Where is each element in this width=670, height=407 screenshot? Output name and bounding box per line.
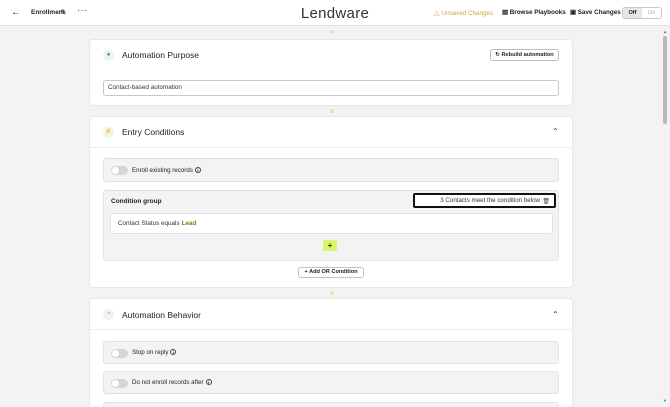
add-or-condition-button[interactable]: + Add OR Condition <box>298 267 364 278</box>
enroll-existing-row: Enroll existing records i <box>103 158 559 182</box>
condition-group: Condition group 3 Contacts meet the cond… <box>103 190 559 261</box>
warning-triangle-icon: △ <box>434 10 440 17</box>
enroll-existing-text: Enroll existing records <box>132 167 193 174</box>
entry-conditions-title: Entry Conditions <box>122 127 185 137</box>
do-not-enroll-switch[interactable] <box>111 379 128 388</box>
book-icon: ▤ <box>502 9 508 16</box>
rebuild-automation-button[interactable]: ↻ Rebuild automation <box>490 49 559 61</box>
scroll-up-icon[interactable]: ▲ <box>662 29 668 34</box>
save-changes-button[interactable]: ▣ Save Changes <box>570 9 621 16</box>
toggle-on-option[interactable]: On <box>642 8 661 18</box>
floppy-disk-icon: ▣ <box>570 9 576 16</box>
entry-conditions-card: ⚡ Entry Conditions ⌃ Enroll existing rec… <box>89 116 573 288</box>
refresh-icon: ↻ <box>495 52 500 58</box>
chat-bubble-icon: ● <box>103 50 114 61</box>
info-icon[interactable]: i <box>170 349 177 356</box>
condition-group-title: Condition group <box>111 198 162 205</box>
rebuild-automation-label: Rebuild automation <box>501 52 554 58</box>
scrollbar-thumb[interactable] <box>663 36 667 124</box>
info-icon[interactable]: i <box>194 167 201 174</box>
scrollbar[interactable]: ▲ ▼ <box>662 27 668 407</box>
enroll-existing-switch[interactable] <box>111 166 128 175</box>
matching-contacts-label: 3 Contacts meet the condition below <box>440 197 540 204</box>
stop-on-reply-row: Stop on reply i <box>103 341 559 364</box>
condition-rule-value: Lead <box>181 220 197 227</box>
automation-purpose-title: Automation Purpose <box>122 50 200 60</box>
section-divider <box>90 329 572 330</box>
stop-on-reply-switch[interactable] <box>111 349 128 358</box>
scroll-down-icon[interactable]: ▼ <box>662 398 668 403</box>
top-bar: ← Enrollment ✎ ··· Lendware △ Unsaved Cha… <box>0 0 670 26</box>
on-off-toggle[interactable]: Off On <box>622 7 662 19</box>
browse-playbooks-button[interactable]: ▤ Browse Playbooks <box>502 9 566 16</box>
info-icon[interactable]: i <box>205 379 212 386</box>
automation-behavior-card: ◔ Automation Behavior ⌃ Stop on reply i D… <box>89 298 573 407</box>
behavior-option-row <box>103 402 559 407</box>
browse-playbooks-label: Browse Playbooks <box>509 9 566 16</box>
enroll-existing-label: Enroll existing records i <box>132 167 201 174</box>
automation-behavior-title: Automation Behavior <box>122 310 201 320</box>
do-not-enroll-text: Do not enroll records after <box>132 379 204 386</box>
condition-rule[interactable]: Contact Status equals Lead <box>110 213 553 234</box>
connector-dot <box>330 291 334 295</box>
condition-rule-field: Contact Status equals <box>118 220 180 227</box>
connector-dot <box>330 30 334 34</box>
do-not-enroll-row: Do not enroll records after i <box>103 371 559 394</box>
automation-purpose-input[interactable]: Contact-based automation <box>103 80 559 96</box>
unsaved-changes-label: Unsaved Changes <box>441 10 494 17</box>
add-condition-button[interactable]: + <box>323 240 337 251</box>
stop-on-reply-label: Stop on reply i <box>132 349 177 356</box>
save-changes-label: Save Changes <box>577 9 621 16</box>
section-divider <box>90 147 572 148</box>
lightning-icon: ⚡ <box>103 127 114 138</box>
unsaved-changes-indicator: △ Unsaved Changes <box>434 9 493 17</box>
stop-on-reply-text: Stop on reply <box>132 349 169 356</box>
toggle-off-option[interactable]: Off <box>623 8 642 18</box>
chevron-up-icon[interactable]: ⌃ <box>552 310 559 319</box>
connector-dot <box>330 109 334 113</box>
trash-icon[interactable]: 🗑 <box>542 197 550 208</box>
chevron-up-icon[interactable]: ⌃ <box>552 127 559 136</box>
do-not-enroll-label: Do not enroll records after i <box>132 379 212 386</box>
gauge-icon: ◔ <box>103 309 114 320</box>
matching-contacts-count: 3 Contacts meet the condition below 🗑 <box>413 193 556 208</box>
automation-purpose-card: ● Automation Purpose ↻ Rebuild automatio… <box>89 39 573 106</box>
